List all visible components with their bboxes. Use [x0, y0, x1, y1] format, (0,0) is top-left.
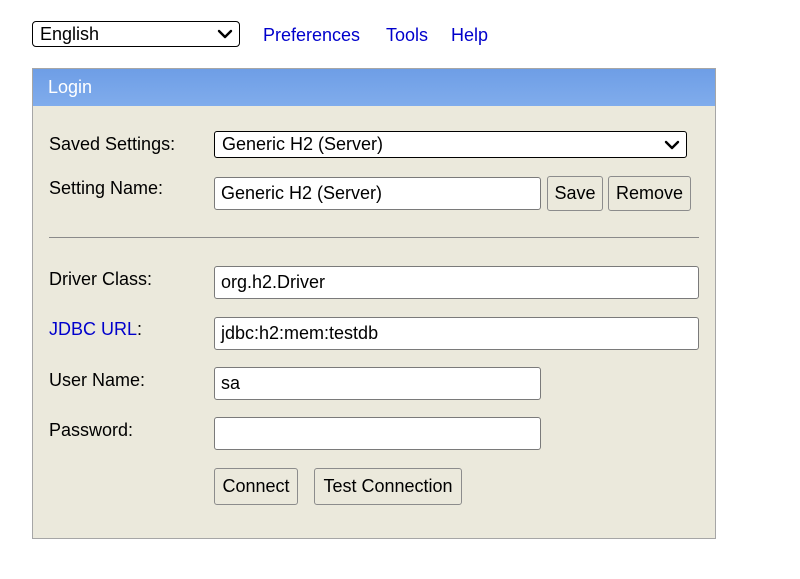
- save-button[interactable]: Save: [547, 176, 603, 211]
- jdbc-url-label: JDBC URL:: [49, 318, 142, 340]
- saved-settings-label: Saved Settings:: [49, 134, 176, 154]
- jdbc-url-input[interactable]: jdbc:h2:mem:testdb: [214, 317, 699, 350]
- saved-settings-select[interactable]: Generic H2 (Server): [214, 131, 687, 158]
- test-connection-button[interactable]: Test Connection: [314, 468, 462, 505]
- user-name-input[interactable]: sa: [214, 367, 541, 400]
- setting-name-input[interactable]: Generic H2 (Server): [214, 177, 541, 210]
- password-label: Password:: [49, 420, 134, 440]
- chevron-down-icon: [217, 29, 233, 39]
- section-divider: [49, 237, 699, 238]
- language-select-value: English: [40, 23, 100, 44]
- saved-settings-value: Generic H2 (Server): [222, 134, 384, 154]
- h2-console-login-page: English Preferences Tools Help Login Sav…: [0, 0, 800, 579]
- preferences-link[interactable]: Preferences: [263, 24, 360, 46]
- tools-link[interactable]: Tools: [386, 24, 428, 46]
- driver-class-input[interactable]: org.h2.Driver: [214, 266, 699, 299]
- jdbc-url-link[interactable]: JDBC URL: [49, 319, 137, 339]
- login-panel-header: Login: [33, 69, 715, 106]
- language-select[interactable]: English: [32, 21, 240, 47]
- setting-name-label: Setting Name:: [49, 178, 164, 198]
- user-name-label: User Name:: [49, 370, 146, 390]
- connect-button[interactable]: Connect: [214, 468, 298, 505]
- remove-button[interactable]: Remove: [608, 176, 691, 211]
- jdbc-url-colon: :: [137, 319, 143, 339]
- chevron-down-icon: [664, 140, 680, 149]
- password-input[interactable]: [214, 417, 541, 450]
- help-link[interactable]: Help: [451, 24, 488, 46]
- driver-class-label: Driver Class:: [49, 269, 153, 289]
- login-panel: Login Saved Settings: Generic H2 (Server…: [32, 68, 716, 539]
